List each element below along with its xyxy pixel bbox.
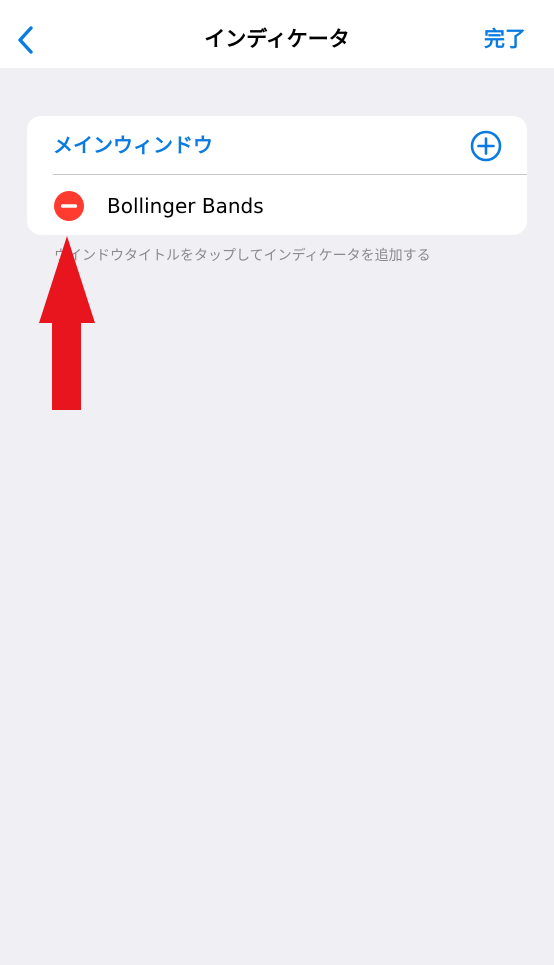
- indicator-row[interactable]: Bollinger Bands: [27, 175, 527, 235]
- page-title: インディケータ: [204, 27, 350, 51]
- done-button[interactable]: 完了: [484, 24, 526, 54]
- footer-hint: ウインドウタイトルをタップしてインディケータを追加する: [54, 248, 431, 264]
- indicator-name: Bollinger Bands: [107, 194, 264, 218]
- main-window-section: メインウィンドウ Bollinger Bands: [27, 116, 527, 235]
- minus-circle-icon[interactable]: [54, 191, 84, 221]
- window-title[interactable]: メインウィンドウ: [53, 130, 213, 160]
- section-header: メインウィンドウ: [27, 116, 527, 174]
- plus-circle-icon[interactable]: [470, 130, 502, 162]
- navigation-bar: インディケータ 完了: [0, 0, 554, 68]
- up-arrow-icon: [39, 236, 95, 410]
